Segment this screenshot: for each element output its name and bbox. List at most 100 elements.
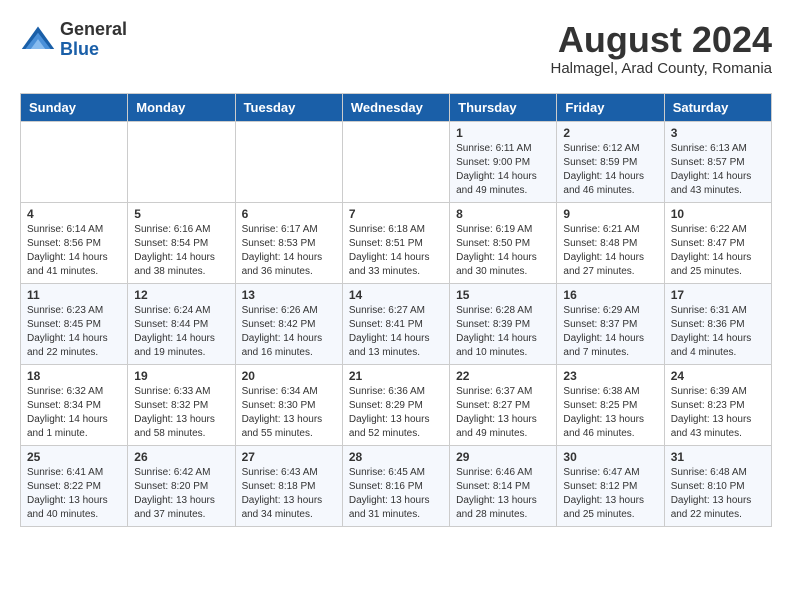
day-number: 2 — [563, 126, 657, 140]
day-number: 30 — [563, 450, 657, 464]
weekday-header: Tuesday — [235, 93, 342, 121]
calendar-cell: 27Sunrise: 6:43 AM Sunset: 8:18 PM Dayli… — [235, 445, 342, 526]
calendar: SundayMondayTuesdayWednesdayThursdayFrid… — [20, 93, 772, 527]
day-number: 6 — [242, 207, 336, 221]
day-number: 15 — [456, 288, 550, 302]
day-info: Sunrise: 6:17 AM Sunset: 8:53 PM Dayligh… — [242, 223, 336, 279]
calendar-cell: 25Sunrise: 6:41 AM Sunset: 8:22 PM Dayli… — [21, 445, 128, 526]
calendar-cell: 21 Sunrise: 6:36 AM Sunset: 8:29 PM Dayli… — [342, 364, 449, 445]
calendar-cell: 23Sunrise: 6:38 AM Sunset: 8:25 PM Dayli… — [557, 364, 664, 445]
day-number: 27 — [242, 450, 336, 464]
calendar-cell: 30Sunrise: 6:47 AM Sunset: 8:12 PM Dayli… — [557, 445, 664, 526]
day-info: Sunrise: 6:34 AM Sunset: 8:30 PM Dayligh… — [242, 385, 336, 441]
day-number: 18 — [27, 369, 121, 383]
day-info: Sunrise: 6:26 AM Sunset: 8:42 PM Dayligh… — [242, 304, 336, 360]
day-number: 12 — [134, 288, 228, 302]
calendar-cell — [21, 121, 128, 202]
calendar-week-row: 1 Sunrise: 6:11 AM Sunset: 9:00 PM Daylig… — [21, 121, 772, 202]
day-number: 21 — [349, 369, 443, 383]
page-header: General Blue August 2024 Halmagel, Arad … — [20, 20, 772, 77]
day-number: 14 — [349, 288, 443, 302]
day-info: Sunrise: 6:21 AM Sunset: 8:48 PM Dayligh… — [563, 223, 657, 279]
calendar-week-row: 18 Sunrise: 6:32 AM Sunset: 8:34 PM Dayli… — [21, 364, 772, 445]
day-number: 26 — [134, 450, 228, 464]
weekday-header: Monday — [128, 93, 235, 121]
day-info: Sunrise: 6:32 AM Sunset: 8:34 PM Dayligh… — [27, 385, 121, 441]
logo-icon — [20, 22, 56, 58]
day-info: Sunrise: 6:36 AM Sunset: 8:29 PM Dayligh… — [349, 385, 443, 441]
calendar-cell: 9 Sunrise: 6:21 AM Sunset: 8:48 PM Daylig… — [557, 202, 664, 283]
day-info: Sunrise: 6:46 AM Sunset: 8:14 PM Dayligh… — [456, 466, 550, 522]
calendar-cell: 29 Sunrise: 6:46 AM Sunset: 8:14 PM Dayli… — [450, 445, 557, 526]
weekday-header: Wednesday — [342, 93, 449, 121]
day-number: 4 — [27, 207, 121, 221]
logo-blue: Blue — [60, 39, 99, 59]
day-number: 1 — [456, 126, 550, 140]
day-info: Sunrise: 6:42 AM Sunset: 8:20 PM Dayligh… — [134, 466, 228, 522]
calendar-week-row: 25Sunrise: 6:41 AM Sunset: 8:22 PM Dayli… — [21, 445, 772, 526]
day-number: 3 — [671, 126, 765, 140]
day-number: 22 — [456, 369, 550, 383]
calendar-cell: 15 Sunrise: 6:28 AM Sunset: 8:39 PM Dayli… — [450, 283, 557, 364]
day-number: 29 — [456, 450, 550, 464]
calendar-cell — [235, 121, 342, 202]
month-year: August 2024 — [551, 20, 773, 60]
day-number: 9 — [563, 207, 657, 221]
calendar-header: SundayMondayTuesdayWednesdayThursdayFrid… — [21, 93, 772, 121]
calendar-cell: 13 Sunrise: 6:26 AM Sunset: 8:42 PM Dayli… — [235, 283, 342, 364]
day-info: Sunrise: 6:29 AM Sunset: 8:37 PM Dayligh… — [563, 304, 657, 360]
day-number: 19 — [134, 369, 228, 383]
calendar-cell: 24 Sunrise: 6:39 AM Sunset: 8:23 PM Dayli… — [664, 364, 771, 445]
calendar-cell: 3 Sunrise: 6:13 AM Sunset: 8:57 PM Daylig… — [664, 121, 771, 202]
day-number: 10 — [671, 207, 765, 221]
logo: General Blue — [20, 20, 127, 60]
calendar-cell: 20 Sunrise: 6:34 AM Sunset: 8:30 PM Dayli… — [235, 364, 342, 445]
title-block: August 2024 Halmagel, Arad County, Roman… — [551, 20, 773, 77]
calendar-cell: 7Sunrise: 6:18 AM Sunset: 8:51 PM Daylig… — [342, 202, 449, 283]
calendar-cell: 16Sunrise: 6:29 AM Sunset: 8:37 PM Dayli… — [557, 283, 664, 364]
calendar-cell: 26 Sunrise: 6:42 AM Sunset: 8:20 PM Dayli… — [128, 445, 235, 526]
day-info: Sunrise: 6:14 AM Sunset: 8:56 PM Dayligh… — [27, 223, 121, 279]
weekday-row: SundayMondayTuesdayWednesdayThursdayFrid… — [21, 93, 772, 121]
day-info: Sunrise: 6:31 AM Sunset: 8:36 PM Dayligh… — [671, 304, 765, 360]
calendar-cell: 22Sunrise: 6:37 AM Sunset: 8:27 PM Dayli… — [450, 364, 557, 445]
day-info: Sunrise: 6:28 AM Sunset: 8:39 PM Dayligh… — [456, 304, 550, 360]
day-number: 7 — [349, 207, 443, 221]
weekday-header: Friday — [557, 93, 664, 121]
weekday-header: Saturday — [664, 93, 771, 121]
day-number: 25 — [27, 450, 121, 464]
calendar-body: 1 Sunrise: 6:11 AM Sunset: 9:00 PM Daylig… — [21, 121, 772, 526]
day-info: Sunrise: 6:23 AM Sunset: 8:45 PM Dayligh… — [27, 304, 121, 360]
day-info: Sunrise: 6:19 AM Sunset: 8:50 PM Dayligh… — [456, 223, 550, 279]
calendar-week-row: 4 Sunrise: 6:14 AM Sunset: 8:56 PM Daylig… — [21, 202, 772, 283]
calendar-cell: 6 Sunrise: 6:17 AM Sunset: 8:53 PM Daylig… — [235, 202, 342, 283]
day-info: Sunrise: 6:48 AM Sunset: 8:10 PM Dayligh… — [671, 466, 765, 522]
day-number: 28 — [349, 450, 443, 464]
day-info: Sunrise: 6:16 AM Sunset: 8:54 PM Dayligh… — [134, 223, 228, 279]
day-number: 13 — [242, 288, 336, 302]
day-info: Sunrise: 6:13 AM Sunset: 8:57 PM Dayligh… — [671, 142, 765, 198]
day-number: 31 — [671, 450, 765, 464]
day-info: Sunrise: 6:27 AM Sunset: 8:41 PM Dayligh… — [349, 304, 443, 360]
day-info: Sunrise: 6:12 AM Sunset: 8:59 PM Dayligh… — [563, 142, 657, 198]
day-number: 24 — [671, 369, 765, 383]
day-info: Sunrise: 6:39 AM Sunset: 8:23 PM Dayligh… — [671, 385, 765, 441]
day-number: 23 — [563, 369, 657, 383]
day-info: Sunrise: 6:11 AM Sunset: 9:00 PM Dayligh… — [456, 142, 550, 198]
calendar-cell: 11Sunrise: 6:23 AM Sunset: 8:45 PM Dayli… — [21, 283, 128, 364]
calendar-cell: 8Sunrise: 6:19 AM Sunset: 8:50 PM Daylig… — [450, 202, 557, 283]
calendar-cell: 2 Sunrise: 6:12 AM Sunset: 8:59 PM Daylig… — [557, 121, 664, 202]
calendar-cell: 19Sunrise: 6:33 AM Sunset: 8:32 PM Dayli… — [128, 364, 235, 445]
weekday-header: Sunday — [21, 93, 128, 121]
day-number: 5 — [134, 207, 228, 221]
calendar-cell: 18 Sunrise: 6:32 AM Sunset: 8:34 PM Dayli… — [21, 364, 128, 445]
calendar-cell: 10Sunrise: 6:22 AM Sunset: 8:47 PM Dayli… — [664, 202, 771, 283]
logo-text: General Blue — [60, 20, 127, 60]
calendar-cell: 5 Sunrise: 6:16 AM Sunset: 8:54 PM Daylig… — [128, 202, 235, 283]
calendar-cell: 1 Sunrise: 6:11 AM Sunset: 9:00 PM Daylig… — [450, 121, 557, 202]
location: Halmagel, Arad County, Romania — [551, 60, 773, 77]
day-number: 17 — [671, 288, 765, 302]
day-info: Sunrise: 6:45 AM Sunset: 8:16 PM Dayligh… — [349, 466, 443, 522]
calendar-week-row: 11Sunrise: 6:23 AM Sunset: 8:45 PM Dayli… — [21, 283, 772, 364]
day-number: 20 — [242, 369, 336, 383]
